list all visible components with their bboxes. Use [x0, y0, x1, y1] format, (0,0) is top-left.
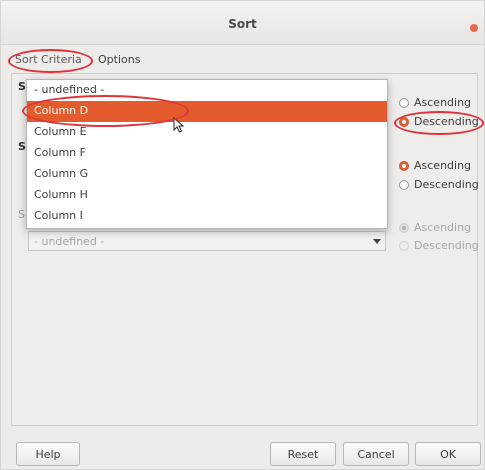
tab-options[interactable]: Options: [98, 53, 140, 66]
sort-key-2-label: S: [18, 140, 26, 153]
key1-ascending-label: Ascending: [414, 96, 472, 109]
sort-key-1-label: S: [18, 80, 26, 93]
title-bar[interactable]: Sort: [1, 1, 484, 45]
sort-key-3-value: - undefined -: [34, 235, 105, 248]
sort-key-3-select[interactable]: - undefined -: [28, 231, 386, 251]
list-item[interactable]: Column G: [27, 164, 387, 185]
cancel-button[interactable]: Cancel: [343, 442, 409, 466]
radio-icon[interactable]: [399, 180, 409, 190]
close-icon[interactable]: [470, 24, 478, 32]
radio-selected-icon[interactable]: [399, 117, 409, 127]
mouse-pointer-icon: [173, 117, 185, 133]
chevron-down-icon[interactable]: [373, 239, 381, 244]
sort-dialog: Sort Sort Criteria Options S S S - undef…: [0, 0, 485, 470]
sort-key-1-dropdown-list: - undefined - Column D Column E Column F…: [26, 79, 388, 229]
key3-descending-label: Descending: [414, 239, 479, 252]
sort-key-3-label: S: [18, 208, 25, 221]
key3-ascending-label: Ascending: [414, 221, 472, 234]
tab-sort-criteria[interactable]: Sort Criteria: [15, 53, 82, 66]
list-item[interactable]: Column F: [27, 143, 387, 164]
key2-ascending-label: Ascending: [414, 159, 472, 172]
radio-selected-icon[interactable]: [399, 223, 409, 233]
help-button[interactable]: Help: [16, 442, 80, 466]
list-item[interactable]: Column I: [27, 206, 387, 227]
radio-selected-icon[interactable]: [399, 161, 409, 171]
radio-icon[interactable]: [399, 98, 409, 108]
list-item-selected[interactable]: Column D: [27, 101, 387, 122]
reset-button[interactable]: Reset: [270, 442, 336, 466]
list-item[interactable]: - undefined -: [27, 80, 387, 101]
list-item[interactable]: Column E: [27, 122, 387, 143]
list-item[interactable]: Column H: [27, 185, 387, 206]
key1-descending-label: Descending: [414, 115, 479, 128]
radio-icon[interactable]: [399, 241, 409, 251]
window-title: Sort: [228, 17, 257, 31]
key2-descending-label: Descending: [414, 178, 479, 191]
ok-button[interactable]: OK: [415, 442, 481, 466]
